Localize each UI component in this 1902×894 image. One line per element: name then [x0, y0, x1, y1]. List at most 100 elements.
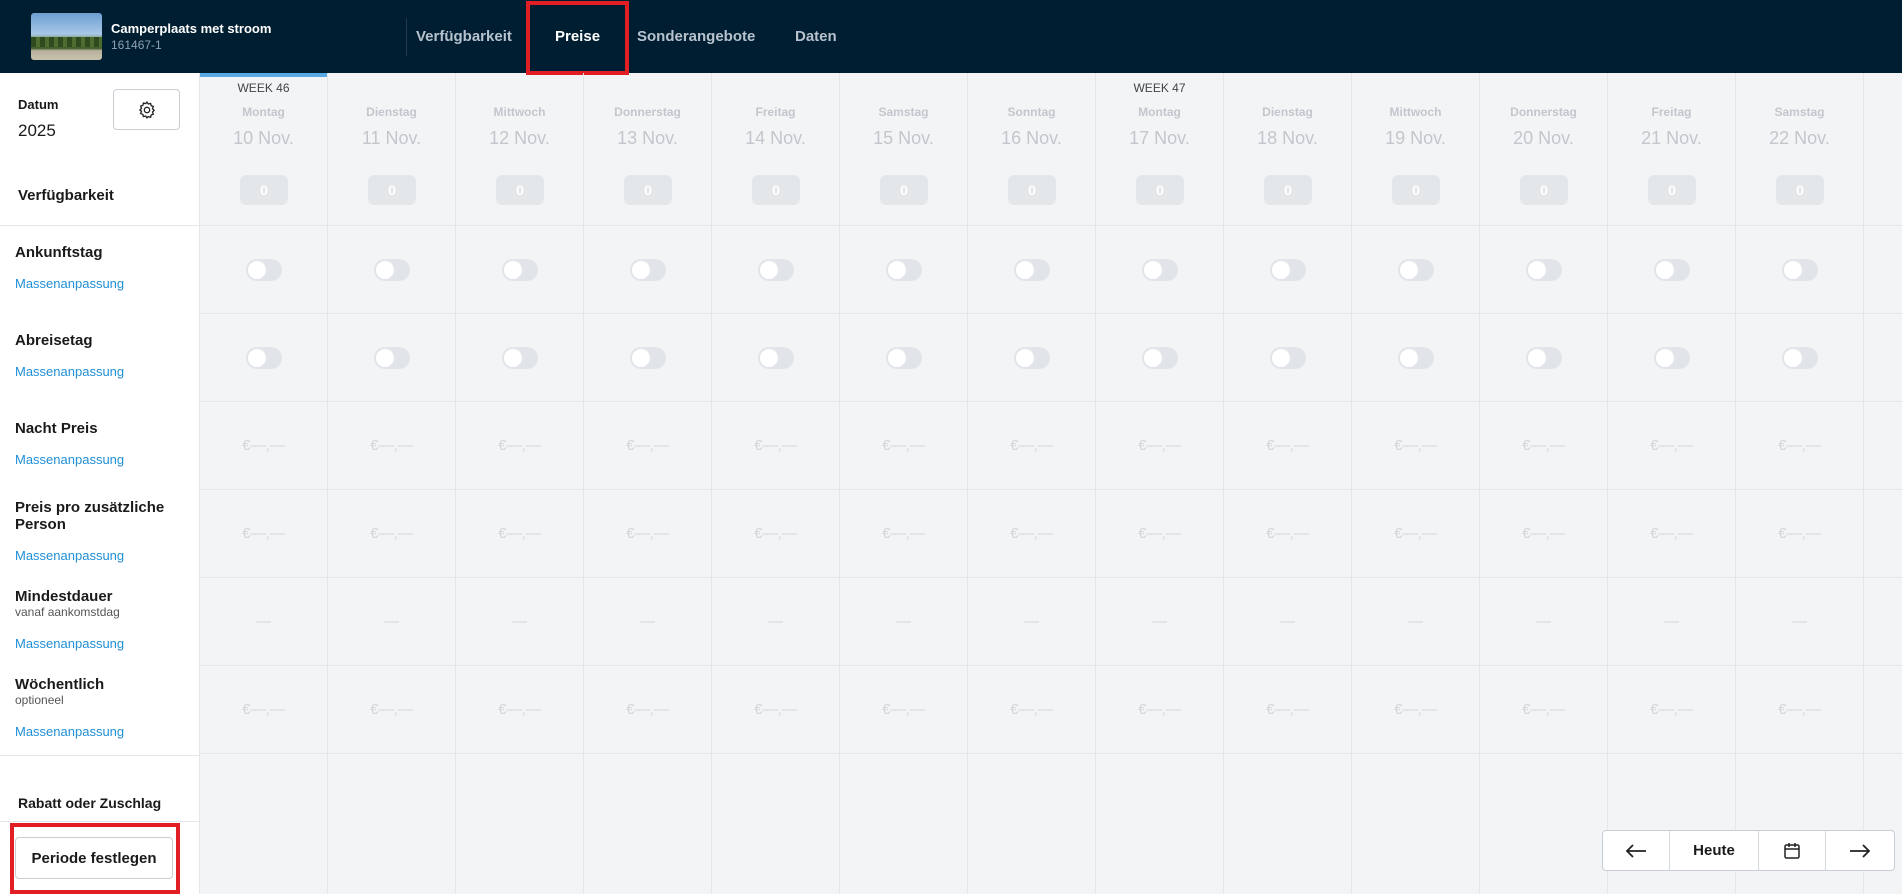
settings-button[interactable] [113, 89, 180, 130]
availability-count[interactable]: 0 [368, 175, 416, 205]
bulk-edit-link-abreisetag[interactable]: Massenanpassung [15, 364, 124, 379]
availability-count[interactable]: 0 [1520, 175, 1568, 205]
departure-day-toggle[interactable] [1526, 347, 1562, 369]
bulk-edit-link-woechentlich[interactable]: Massenanpassung [15, 724, 124, 739]
previous-button[interactable] [1603, 831, 1669, 870]
arrival-day-toggle[interactable] [374, 259, 410, 281]
arrival-day-toggle[interactable] [1782, 259, 1818, 281]
weekly-price-cell[interactable]: €—,— [456, 701, 583, 718]
arrival-day-toggle[interactable] [886, 259, 922, 281]
weekly-price-cell[interactable]: €—,— [1096, 701, 1223, 718]
departure-day-toggle[interactable] [1014, 347, 1050, 369]
availability-count[interactable]: 0 [1648, 175, 1696, 205]
tab-sonderangebote[interactable]: Sonderangebote [637, 28, 755, 45]
arrival-day-toggle[interactable] [630, 259, 666, 281]
availability-count[interactable]: 0 [624, 175, 672, 205]
arrival-day-toggle[interactable] [246, 259, 282, 281]
extra-person-price-cell[interactable]: €—,— [712, 525, 839, 542]
extra-person-price-cell[interactable]: €—,— [1480, 525, 1607, 542]
min-duration-cell[interactable]: — [200, 613, 327, 630]
availability-count[interactable]: 0 [752, 175, 800, 205]
weekly-price-cell[interactable]: €—,— [1480, 701, 1607, 718]
night-price-cell[interactable]: €—,— [1352, 437, 1479, 454]
calendar-picker-button[interactable] [1759, 831, 1825, 870]
min-duration-cell[interactable]: — [584, 613, 711, 630]
bulk-edit-link-nacht-preis[interactable]: Massenanpassung [15, 452, 124, 467]
departure-day-toggle[interactable] [758, 347, 794, 369]
arrival-day-toggle[interactable] [1654, 259, 1690, 281]
arrival-day-toggle[interactable] [502, 259, 538, 281]
night-price-cell[interactable]: €—,— [328, 437, 455, 454]
night-price-cell[interactable]: €—,— [840, 437, 967, 454]
arrival-day-toggle[interactable] [1014, 259, 1050, 281]
weekly-price-cell[interactable]: €—,— [584, 701, 711, 718]
availability-count[interactable]: 0 [880, 175, 928, 205]
night-price-cell[interactable]: €—,— [1096, 437, 1223, 454]
availability-count[interactable]: 0 [1264, 175, 1312, 205]
extra-person-price-cell[interactable]: €—,— [1096, 525, 1223, 542]
arrival-day-toggle[interactable] [1526, 259, 1562, 281]
departure-day-toggle[interactable] [630, 347, 666, 369]
min-duration-cell[interactable]: — [456, 613, 583, 630]
min-duration-cell[interactable]: — [1480, 613, 1607, 630]
availability-count[interactable]: 0 [1008, 175, 1056, 205]
min-duration-cell[interactable]: — [1608, 613, 1735, 630]
availability-count[interactable]: 0 [1776, 175, 1824, 205]
tab-daten[interactable]: Daten [795, 28, 837, 45]
arrival-day-toggle[interactable] [1270, 259, 1306, 281]
year-value[interactable]: 2025 [18, 121, 56, 141]
extra-person-price-cell[interactable]: €—,— [1608, 525, 1735, 542]
availability-count[interactable]: 0 [496, 175, 544, 205]
departure-day-toggle[interactable] [246, 347, 282, 369]
weekly-price-cell[interactable]: €—,— [840, 701, 967, 718]
min-duration-cell[interactable]: — [712, 613, 839, 630]
night-price-cell[interactable]: €—,— [968, 437, 1095, 454]
departure-day-toggle[interactable] [1398, 347, 1434, 369]
next-button[interactable] [1826, 831, 1894, 870]
extra-person-price-cell[interactable]: €—,— [968, 525, 1095, 542]
departure-day-toggle[interactable] [1654, 347, 1690, 369]
departure-day-toggle[interactable] [1142, 347, 1178, 369]
extra-person-price-cell[interactable]: €—,— [584, 525, 711, 542]
arrival-day-toggle[interactable] [1398, 259, 1434, 281]
night-price-cell[interactable]: €—,— [1480, 437, 1607, 454]
arrival-day-toggle[interactable] [758, 259, 794, 281]
weekly-price-cell[interactable]: €—,— [712, 701, 839, 718]
min-duration-cell[interactable]: — [1736, 613, 1863, 630]
extra-person-price-cell[interactable]: €—,— [456, 525, 583, 542]
extra-person-price-cell[interactable]: €—,— [1352, 525, 1479, 542]
night-price-cell[interactable]: €—,— [712, 437, 839, 454]
extra-person-price-cell[interactable]: €—,— [1224, 525, 1351, 542]
min-duration-cell[interactable]: — [328, 613, 455, 630]
departure-day-toggle[interactable] [886, 347, 922, 369]
departure-day-toggle[interactable] [502, 347, 538, 369]
weekly-price-cell[interactable]: €—,— [328, 701, 455, 718]
property-thumbnail[interactable] [31, 13, 102, 60]
today-button[interactable]: Heute [1670, 831, 1758, 870]
extra-person-price-cell[interactable]: €—,— [200, 525, 327, 542]
departure-day-toggle[interactable] [1270, 347, 1306, 369]
extra-person-price-cell[interactable]: €—,— [840, 525, 967, 542]
weekly-price-cell[interactable]: €—,— [968, 701, 1095, 718]
extra-person-price-cell[interactable]: €—,— [1736, 525, 1863, 542]
departure-day-toggle[interactable] [1782, 347, 1818, 369]
night-price-cell[interactable]: €—,— [1224, 437, 1351, 454]
availability-count[interactable]: 0 [1136, 175, 1184, 205]
weekly-price-cell[interactable]: €—,— [1608, 701, 1735, 718]
night-price-cell[interactable]: €—,— [456, 437, 583, 454]
night-price-cell[interactable]: €—,— [584, 437, 711, 454]
tab-verfuegbarkeit[interactable]: Verfügbarkeit [416, 28, 512, 45]
extra-person-price-cell[interactable]: €—,— [328, 525, 455, 542]
min-duration-cell[interactable]: — [968, 613, 1095, 630]
bulk-edit-link-extra-person[interactable]: Massenanpassung [15, 548, 124, 563]
availability-count[interactable]: 0 [1392, 175, 1440, 205]
weekly-price-cell[interactable]: €—,— [1352, 701, 1479, 718]
bulk-edit-link-mindestdauer[interactable]: Massenanpassung [15, 636, 124, 651]
min-duration-cell[interactable]: — [1224, 613, 1351, 630]
night-price-cell[interactable]: €—,— [1608, 437, 1735, 454]
min-duration-cell[interactable]: — [1352, 613, 1479, 630]
weekly-price-cell[interactable]: €—,— [1736, 701, 1863, 718]
bulk-edit-link-ankunftstag[interactable]: Massenanpassung [15, 276, 124, 291]
min-duration-cell[interactable]: — [840, 613, 967, 630]
weekly-price-cell[interactable]: €—,— [1224, 701, 1351, 718]
